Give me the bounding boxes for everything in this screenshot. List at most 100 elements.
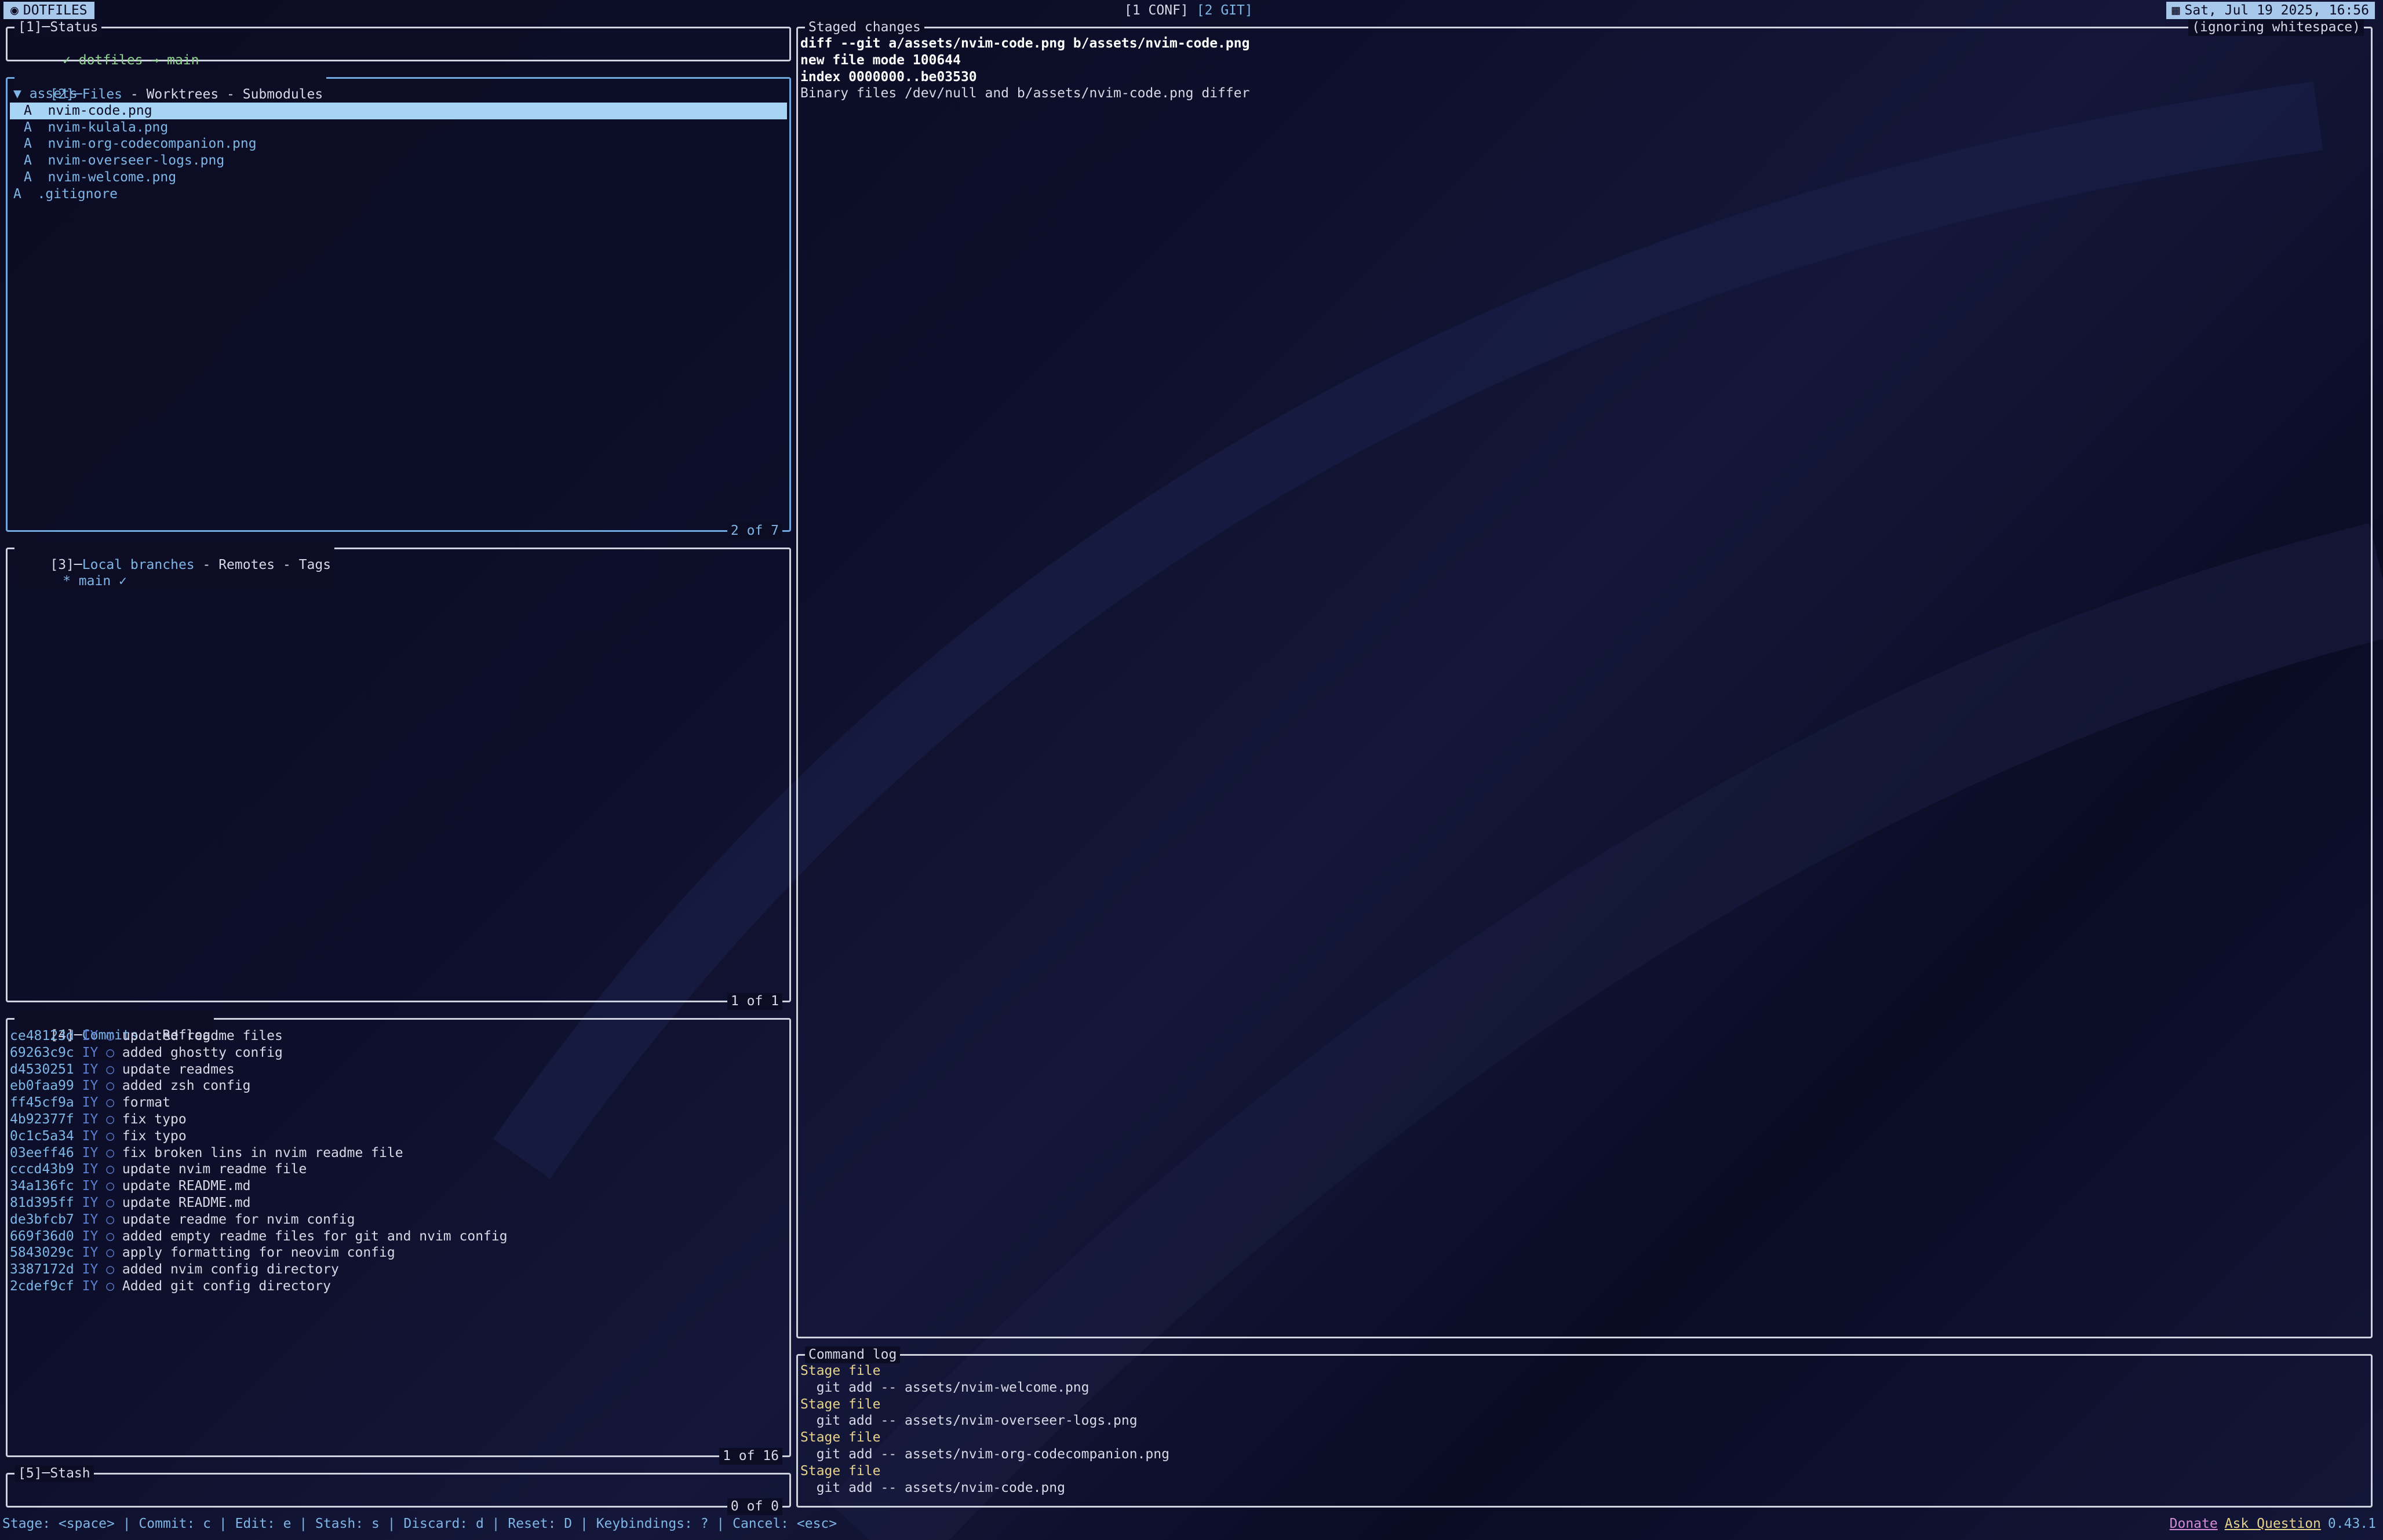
commit-graph-node-icon: ○ <box>106 1111 115 1127</box>
commit-graph-node-icon: ○ <box>106 1211 115 1227</box>
commit-row[interactable]: 669f36d0 IY ○ added empty readme files f… <box>10 1228 782 1245</box>
commit-row[interactable]: 2cdef9cf IY ○ Added git config directory <box>10 1278 782 1295</box>
branches-panel[interactable]: [3]─Local branches - Remotes - Tags * ma… <box>6 540 791 1010</box>
file-tree-item[interactable]: A nvim-overseer-logs.png <box>10 152 787 169</box>
ask-question-link[interactable]: Ask Question <box>2225 1516 2321 1532</box>
commit-row[interactable]: 81d395ff IY ○ update README.md <box>10 1195 782 1211</box>
bottom-bar: Stage: <space> | Commit: c | Edit: e | S… <box>0 1513 2383 1534</box>
branches-panel-footer: 1 of 1 <box>727 993 782 1010</box>
commit-hash: 4b92377f <box>10 1111 74 1127</box>
commit-message: fix broken lins in nvim readme file <box>122 1145 403 1161</box>
commit-graph-node-icon: ○ <box>106 1145 115 1161</box>
commit-row[interactable]: cccd43b9 IY ○ update nvim readme file <box>10 1161 782 1178</box>
commit-hash: ce48123d <box>10 1028 74 1043</box>
commit-graph-node-icon: ○ <box>106 1061 115 1077</box>
commit-graph-node-icon: ○ <box>106 1162 115 1177</box>
diff-panel-title: Staged changes <box>805 19 924 36</box>
commit-row[interactable]: 5843029c IY ○ apply formatting for neovi… <box>10 1245 782 1261</box>
file-tree-folder[interactable]: ▼ assets <box>10 86 787 103</box>
commit-graph-node-icon: ○ <box>106 1278 115 1294</box>
commit-message: update nvim readme file <box>122 1162 307 1177</box>
diff-header-line: diff --git a/assets/nvim-code.png b/asse… <box>800 36 1250 51</box>
commit-graph-node-icon: ○ <box>106 1245 115 1261</box>
calendar-icon: ▦ <box>2171 2 2180 18</box>
commit-row[interactable]: 34a136fc IY ○ update README.md <box>10 1178 782 1195</box>
commit-hash: 69263c9c <box>10 1045 74 1060</box>
command-log-command: git add -- assets/nvim-org-codecompanion… <box>800 1446 1169 1462</box>
commit-author: IY <box>82 1061 99 1077</box>
commit-message: Added git config directory <box>122 1278 331 1294</box>
file-tree-item-label: A nvim-kulala.png <box>24 119 169 135</box>
commit-author: IY <box>82 1195 99 1210</box>
commit-graph-node-icon: ○ <box>106 1228 115 1244</box>
commit-hash: de3bfcb7 <box>10 1211 74 1227</box>
commit-message: added empty readme files for git and nvi… <box>122 1228 508 1244</box>
file-tree-item[interactable]: A nvim-code.png <box>10 102 787 119</box>
commit-hash: d4530251 <box>10 1061 74 1077</box>
commit-message: format <box>122 1095 171 1111</box>
commit-graph-node-icon: ○ <box>106 1195 115 1210</box>
files-tree: ▼ assets A nvim-code.png A nvim-kulala.png… <box>10 86 787 203</box>
command-log-label: Stage file <box>800 1363 881 1378</box>
diff-panel[interactable]: Staged changes (ignoring whitespace) dif… <box>796 19 2373 1338</box>
file-tree-item[interactable]: A nvim-kulala.png <box>10 119 787 136</box>
diff-binary-line: Binary files /dev/null and b/assets/nvim… <box>800 86 1250 101</box>
file-tree-item[interactable]: A nvim-welcome.png <box>10 169 787 186</box>
commit-hash: ff45cf9a <box>10 1095 74 1111</box>
command-log-label: Stage file <box>800 1396 881 1412</box>
command-log-title: Command log <box>805 1346 901 1363</box>
commit-row[interactable]: 4b92377f IY ○ fix typo <box>10 1111 782 1128</box>
clock-text: Sat, Jul 19 2025, 16:56 <box>2184 2 2370 18</box>
commits-panel[interactable]: [4]─Commits - Reflog ce48123d IY ○ updat… <box>6 1010 791 1465</box>
commit-author: IY <box>82 1245 99 1261</box>
commit-row[interactable]: 3387172d IY ○ added nvim config director… <box>10 1261 782 1278</box>
branch-item-main[interactable]: * main ✓ <box>14 556 782 589</box>
status-panel[interactable]: [1]─Status ✓ dotfiles → main <box>6 19 791 68</box>
commit-hash: 34a136fc <box>10 1178 74 1194</box>
commit-message: updated readme files <box>122 1028 283 1043</box>
commit-author: IY <box>82 1211 99 1227</box>
command-log-label: Stage file <box>800 1430 881 1446</box>
commit-row[interactable]: ce48123d IY ○ updated readme files <box>10 1028 782 1045</box>
workspace-tab-conf[interactable]: [1 CONF] <box>1124 2 1189 19</box>
command-log-label: Stage file <box>800 1463 881 1479</box>
workspace-badge[interactable]: ◉ DOTFILES <box>3 2 94 19</box>
file-tree-item[interactable]: A nvim-org-codecompanion.png <box>10 136 787 152</box>
commit-row[interactable]: de3bfcb7 IY ○ update readme for nvim con… <box>10 1211 782 1228</box>
stash-panel[interactable]: [5]─Stash 0 of 0 <box>6 1465 791 1515</box>
commit-message: update readme for nvim config <box>122 1211 355 1227</box>
workspace-tabs: [1 CONF] [2 GIT] <box>1124 2 1253 19</box>
keybinding-hints: Stage: <space> | Commit: c | Edit: e | S… <box>2 1516 837 1531</box>
commit-row[interactable]: 0c1c5a34 IY ○ fix typo <box>10 1128 782 1145</box>
command-log-panel[interactable]: Command log Stage file git add -- assets… <box>796 1346 2373 1508</box>
commit-row[interactable]: 03eeff46 IY ○ fix broken lins in nvim re… <box>10 1145 782 1162</box>
commit-row[interactable]: eb0faa99 IY ○ added zsh config <box>10 1078 782 1094</box>
commit-row[interactable]: d4530251 IY ○ update readmes <box>10 1061 782 1078</box>
commit-graph-node-icon: ○ <box>106 1178 115 1194</box>
commit-hash: 669f36d0 <box>10 1228 74 1244</box>
commit-author: IY <box>82 1228 99 1244</box>
donate-link[interactable]: Donate <box>2170 1516 2218 1532</box>
status-panel-title: [1]─Status <box>14 19 102 36</box>
commit-hash: 2cdef9cf <box>10 1278 74 1294</box>
commit-graph-node-icon: ○ <box>106 1262 115 1278</box>
commit-hash: 5843029c <box>10 1245 74 1261</box>
commits-list: ce48123d IY ○ updated readme files 69263c… <box>10 1028 782 1295</box>
file-tree-item-label: A nvim-overseer-logs.png <box>24 153 225 169</box>
command-log-list: Stage file git add -- assets/nvim-welcom… <box>800 1363 2364 1496</box>
commit-author: IY <box>82 1028 99 1043</box>
files-panel[interactable]: [2]─Files - Worktrees - Submodules ▼ ass… <box>6 70 791 539</box>
commits-panel-footer: 1 of 16 <box>719 1448 782 1465</box>
commit-author: IY <box>82 1178 99 1194</box>
commit-row[interactable]: 69263c9c IY ○ added ghostty config <box>10 1045 782 1061</box>
command-log-command: git add -- assets/nvim-code.png <box>800 1480 1065 1495</box>
top-bar: ◉ DOTFILES [1 CONF] [2 GIT] ▦ Sat, Jul 1… <box>0 0 2383 21</box>
bottom-links: Donate Ask Question 0.43.1 <box>2170 1516 2376 1532</box>
file-tree-item[interactable]: A .gitignore <box>10 186 787 203</box>
workspace-tab-git[interactable]: [2 GIT] <box>1197 2 1253 19</box>
commit-hash: 03eeff46 <box>10 1145 74 1161</box>
commit-message: update readmes <box>122 1061 235 1077</box>
commit-author: IY <box>82 1145 99 1161</box>
commit-row[interactable]: ff45cf9a IY ○ format <box>10 1094 782 1111</box>
commit-author: IY <box>82 1045 99 1060</box>
